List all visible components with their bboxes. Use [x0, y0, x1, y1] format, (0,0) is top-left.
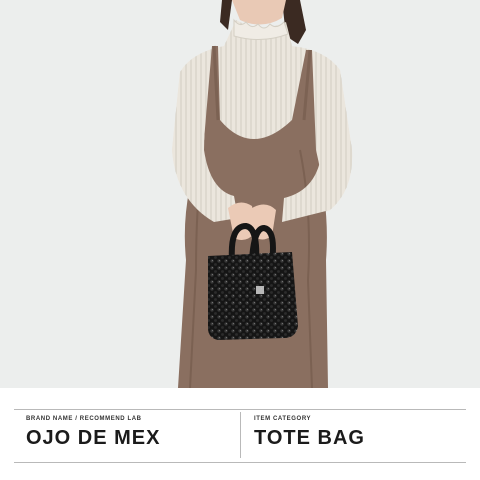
category-name: TOTE BAG	[254, 427, 365, 449]
product-info-panel: BRAND NAME / RECOMMEND LAB OJO DE MEX IT…	[0, 388, 480, 480]
top-rule	[14, 409, 466, 410]
brand-caption: BRAND NAME / RECOMMEND LAB	[26, 416, 142, 422]
category-cell: ITEM CATEGORY TOTE BAG	[254, 415, 365, 450]
brand-name: OJO DE MEX	[26, 427, 161, 449]
product-photo	[0, 0, 480, 388]
category-caption: ITEM CATEGORY	[254, 416, 312, 422]
brand-cell: BRAND NAME / RECOMMEND LAB OJO DE MEX	[26, 415, 160, 450]
column-divider	[240, 412, 241, 458]
product-card: BRAND NAME / RECOMMEND LAB OJO DE MEX IT…	[0, 0, 480, 480]
bottom-rule	[14, 462, 466, 463]
